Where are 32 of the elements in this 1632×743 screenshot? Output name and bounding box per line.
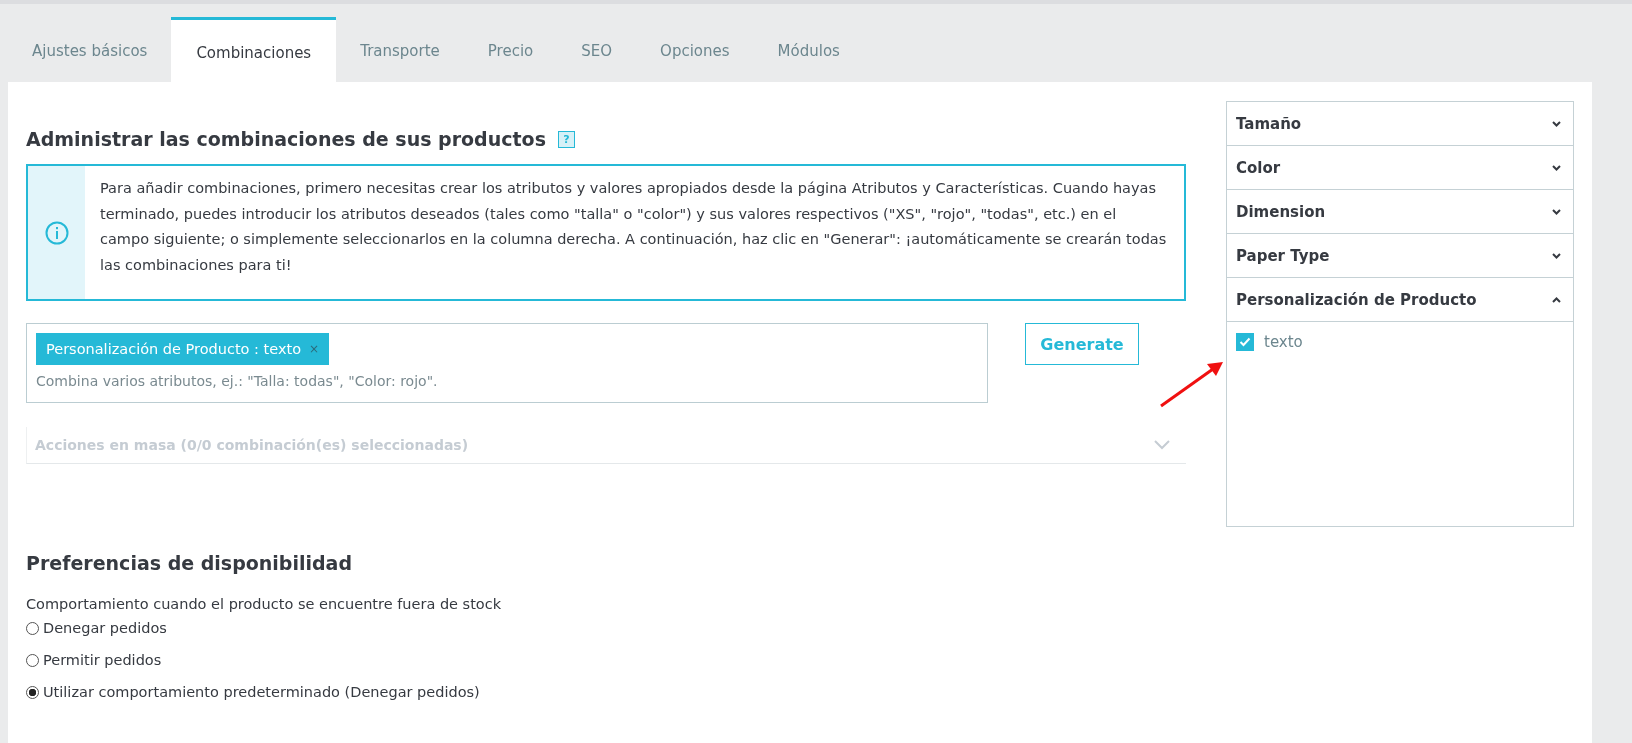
tag-label: Personalización de Producto : texto	[46, 341, 302, 357]
attribute-group-header[interactable]: Personalización de Producto	[1227, 278, 1573, 322]
remove-tag-button[interactable]: ×	[309, 342, 320, 356]
radio-button[interactable]	[26, 685, 39, 699]
checkbox[interactable]	[1236, 333, 1254, 351]
section-title: Administrar las combinaciones de sus productos	[26, 128, 546, 150]
tab[interactable]: Ajustes básicos	[8, 17, 172, 82]
tab[interactable]: Combinaciones	[171, 17, 337, 82]
section-title: Preferencias de disponibilidad	[26, 552, 353, 574]
attribute-group-header[interactable]: Tamaño	[1227, 102, 1573, 146]
tag-input-field[interactable]: Personalización de Producto : texto × Combina varios atributos, ej.: "Talla: todas", "Color: rojo".	[26, 323, 988, 403]
radio-label: Utilizar comportamiento predeterminado (Denegar pedidos)	[43, 684, 480, 700]
annotation-arrow	[1159, 360, 1225, 408]
radio-button[interactable]	[26, 653, 39, 667]
help-icon[interactable]: ?	[557, 130, 575, 148]
radio-label: Denegar pedidos	[43, 620, 167, 636]
tab[interactable]: Módulos	[753, 17, 864, 82]
checkbox-label: texto	[1264, 333, 1303, 351]
attribute-group-header[interactable]: Dimension	[1227, 190, 1573, 234]
info-text: Para añadir combinaciones, primero necesitas crear los atributos y valores apropiados desde la página Atributos y Características. Cuando hayas terminado, puedes introducir los atributos deseados (tales como "talla" o "color") y sus valores respectivos ("XS", "rojo", "todas", etc.) en el campo siguiente; o simplemente seleccionarlos en la columna derecha. A continuación, haz clic en "Generar": ¡automáticamente se crearán todas las combinaciones para ti!	[99, 179, 1168, 275]
info-icon	[44, 220, 69, 245]
generate-button[interactable]: Generate	[1025, 323, 1139, 365]
tab[interactable]: Transporte	[336, 17, 464, 82]
tab[interactable]: Precio	[463, 17, 558, 82]
field-label: Comportamiento cuando el producto se encuentre fuera de stock	[26, 596, 503, 612]
radio-button[interactable]	[26, 621, 39, 635]
radio-label: Permitir pedidos	[43, 652, 162, 668]
attribute-group-header[interactable]: Paper Type	[1227, 234, 1573, 278]
attribute-group-header[interactable]: Color	[1227, 146, 1573, 190]
tab[interactable]: Opciones	[636, 17, 754, 82]
tab[interactable]: SEO	[557, 17, 637, 82]
bulk-actions-label: Acciones en masa (0/0 combinación(es) seleccionadas)	[35, 437, 469, 453]
